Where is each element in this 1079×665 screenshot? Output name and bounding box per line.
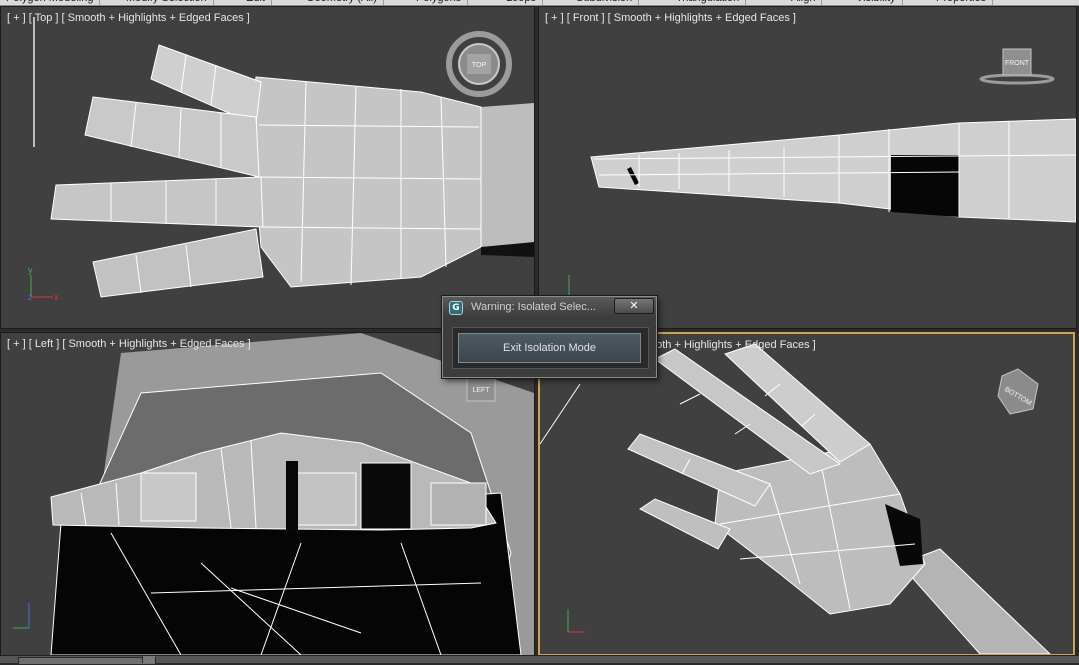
ribbon-tab[interactable]: Modify Selection bbox=[120, 0, 214, 5]
viewport-perspective[interactable]: ooth + Highlights + Edged Faces ] BOTTOM bbox=[538, 332, 1075, 656]
dialog-body: Exit Isolation Mode bbox=[452, 327, 649, 369]
ribbon-tab[interactable]: Properties bbox=[930, 0, 994, 5]
ribbon-tab[interactable]: Polygon Modeling bbox=[0, 0, 101, 5]
dialog-title: Warning: Isolated Selec... bbox=[471, 301, 596, 313]
viewport-top-label[interactable]: [ + ] [ Top ] [ Smooth + Highlights + Ed… bbox=[7, 12, 250, 24]
viewcube-top[interactable]: TOP bbox=[446, 31, 512, 97]
viewport-left-scene: LEFT bbox=[13, 333, 534, 655]
viewcube-perspective[interactable]: BOTTOM bbox=[997, 368, 1039, 415]
viewcube-top-label: TOP bbox=[472, 62, 487, 69]
isolation-warning-dialog[interactable]: G Warning: Isolated Selec... ✕ Exit Isol… bbox=[442, 296, 657, 378]
axis-tripod-front bbox=[568, 275, 591, 298]
axis-z-label: z bbox=[28, 292, 33, 302]
exit-isolation-mode-button[interactable]: Exit Isolation Mode bbox=[458, 333, 641, 363]
viewport-front-scene: FRONT bbox=[568, 48, 1076, 298]
axis-tripod-left bbox=[13, 603, 30, 629]
viewport-top[interactable]: [ + ] [ Top ] [ Smooth + Highlights + Ed… bbox=[0, 6, 535, 329]
ribbon-tab[interactable]: Loops bbox=[500, 0, 543, 5]
viewport-left-label[interactable]: [ + ] [ Left ] [ Smooth + Highlights + E… bbox=[7, 338, 251, 350]
viewcube-left-label: LEFT bbox=[472, 387, 490, 394]
app-icon: G bbox=[449, 301, 463, 315]
ribbon-tab[interactable]: Geometry (All) bbox=[300, 0, 384, 5]
ribbon-tab[interactable]: Triangulation bbox=[670, 0, 747, 5]
viewport-left[interactable]: [ + ] [ Left ] [ Smooth + Highlights + E… bbox=[0, 332, 535, 656]
viewport-front[interactable]: [ + ] [ Front ] [ Smooth + Highlights + … bbox=[538, 6, 1077, 329]
axis-tripod-top: y z x bbox=[28, 265, 59, 302]
ribbon-tab[interactable]: Polygons bbox=[410, 0, 469, 5]
viewport-perspective-scene: BOTTOM bbox=[540, 343, 1051, 654]
axis-tripod-perspective bbox=[567, 609, 585, 633]
close-button[interactable]: ✕ bbox=[614, 298, 654, 314]
time-slider[interactable] bbox=[18, 657, 156, 665]
ribbon-tab[interactable]: Edit bbox=[240, 0, 272, 5]
viewcube-front-label: FRONT bbox=[1005, 60, 1030, 67]
dialog-titlebar[interactable]: G Warning: Isolated Selec... ✕ bbox=[443, 297, 656, 319]
axis-x-label: x bbox=[54, 292, 59, 302]
ribbon-tab[interactable]: Visibility bbox=[850, 0, 903, 5]
axis-y-label: y bbox=[28, 265, 33, 275]
viewport-front-label[interactable]: [ + ] [ Front ] [ Smooth + Highlights + … bbox=[545, 12, 796, 24]
viewport-perspective-label[interactable]: ooth + Highlights + Edged Faces ] bbox=[650, 339, 816, 351]
ribbon-tab[interactable]: Subdivision bbox=[570, 0, 640, 5]
viewport-top-scene: TOP y z x bbox=[28, 17, 534, 302]
viewcube-front[interactable]: FRONT bbox=[979, 48, 1055, 85]
ribbon-tab[interactable]: Align bbox=[785, 0, 823, 5]
